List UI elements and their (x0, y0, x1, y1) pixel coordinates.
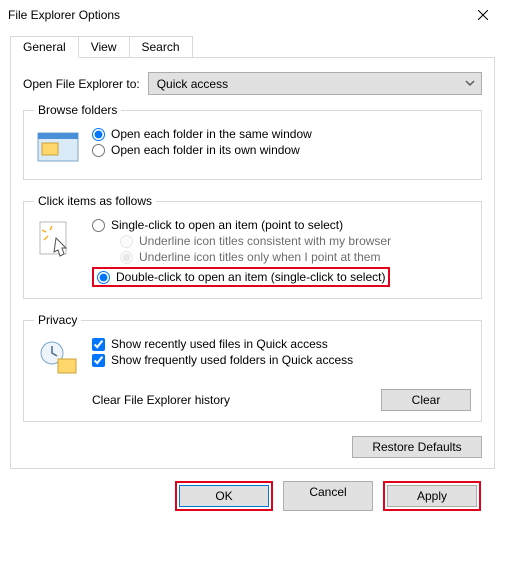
content-area: General View Search Open File Explorer t… (0, 30, 505, 521)
window-title: File Explorer Options (8, 8, 120, 22)
highlight-ok: OK (175, 481, 273, 511)
browse-folders-group: Browse folders Open each folder in the s… (23, 103, 482, 180)
clear-button[interactable]: Clear (381, 389, 471, 411)
cursor-click-icon (34, 216, 82, 260)
highlight-double-click: Double-click to open an item (single-cli… (92, 267, 390, 287)
privacy-legend: Privacy (34, 313, 81, 327)
tab-search[interactable]: Search (130, 36, 193, 58)
tab-row: General View Search (10, 36, 495, 58)
radio-same-window[interactable]: Open each folder in the same window (92, 127, 471, 141)
radio-own-window[interactable]: Open each folder in its own window (92, 143, 471, 157)
clear-history-label: Clear File Explorer history (92, 393, 230, 407)
chevron-down-icon (465, 77, 475, 91)
history-clock-icon (34, 335, 82, 379)
cancel-button[interactable]: Cancel (283, 481, 373, 511)
dialog-buttons: OK Cancel Apply (10, 469, 495, 511)
highlight-apply: Apply (383, 481, 481, 511)
radio-double-click[interactable]: Double-click to open an item (single-cli… (97, 270, 385, 284)
click-items-group: Click items as follows Single-click to o… (23, 194, 482, 299)
open-to-row: Open File Explorer to: Quick access (23, 72, 482, 95)
open-to-select[interactable]: Quick access (148, 72, 482, 95)
restore-defaults-button[interactable]: Restore Defaults (352, 436, 482, 458)
tab-view[interactable]: View (79, 36, 130, 58)
click-items-legend: Click items as follows (34, 194, 156, 208)
check-freq-folders[interactable]: Show frequently used folders in Quick ac… (92, 353, 471, 367)
tab-panel-general: Open File Explorer to: Quick access Brow… (10, 57, 495, 469)
folder-window-icon (34, 125, 82, 169)
check-recent-files[interactable]: Show recently used files in Quick access (92, 337, 471, 351)
apply-button[interactable]: Apply (387, 485, 477, 507)
close-icon (478, 10, 488, 20)
radio-single-click[interactable]: Single-click to open an item (point to s… (92, 218, 471, 232)
radio-underline-browser: Underline icon titles consistent with my… (120, 234, 471, 248)
open-to-value: Quick access (157, 77, 228, 91)
titlebar: File Explorer Options (0, 0, 505, 30)
radio-underline-point: Underline icon titles only when I point … (120, 250, 471, 264)
tab-general[interactable]: General (10, 36, 79, 58)
ok-button[interactable]: OK (179, 485, 269, 507)
privacy-group: Privacy Show recently used files in Quic… (23, 313, 482, 422)
browse-folders-legend: Browse folders (34, 103, 121, 117)
open-to-label: Open File Explorer to: (23, 77, 140, 91)
close-button[interactable] (460, 0, 505, 30)
